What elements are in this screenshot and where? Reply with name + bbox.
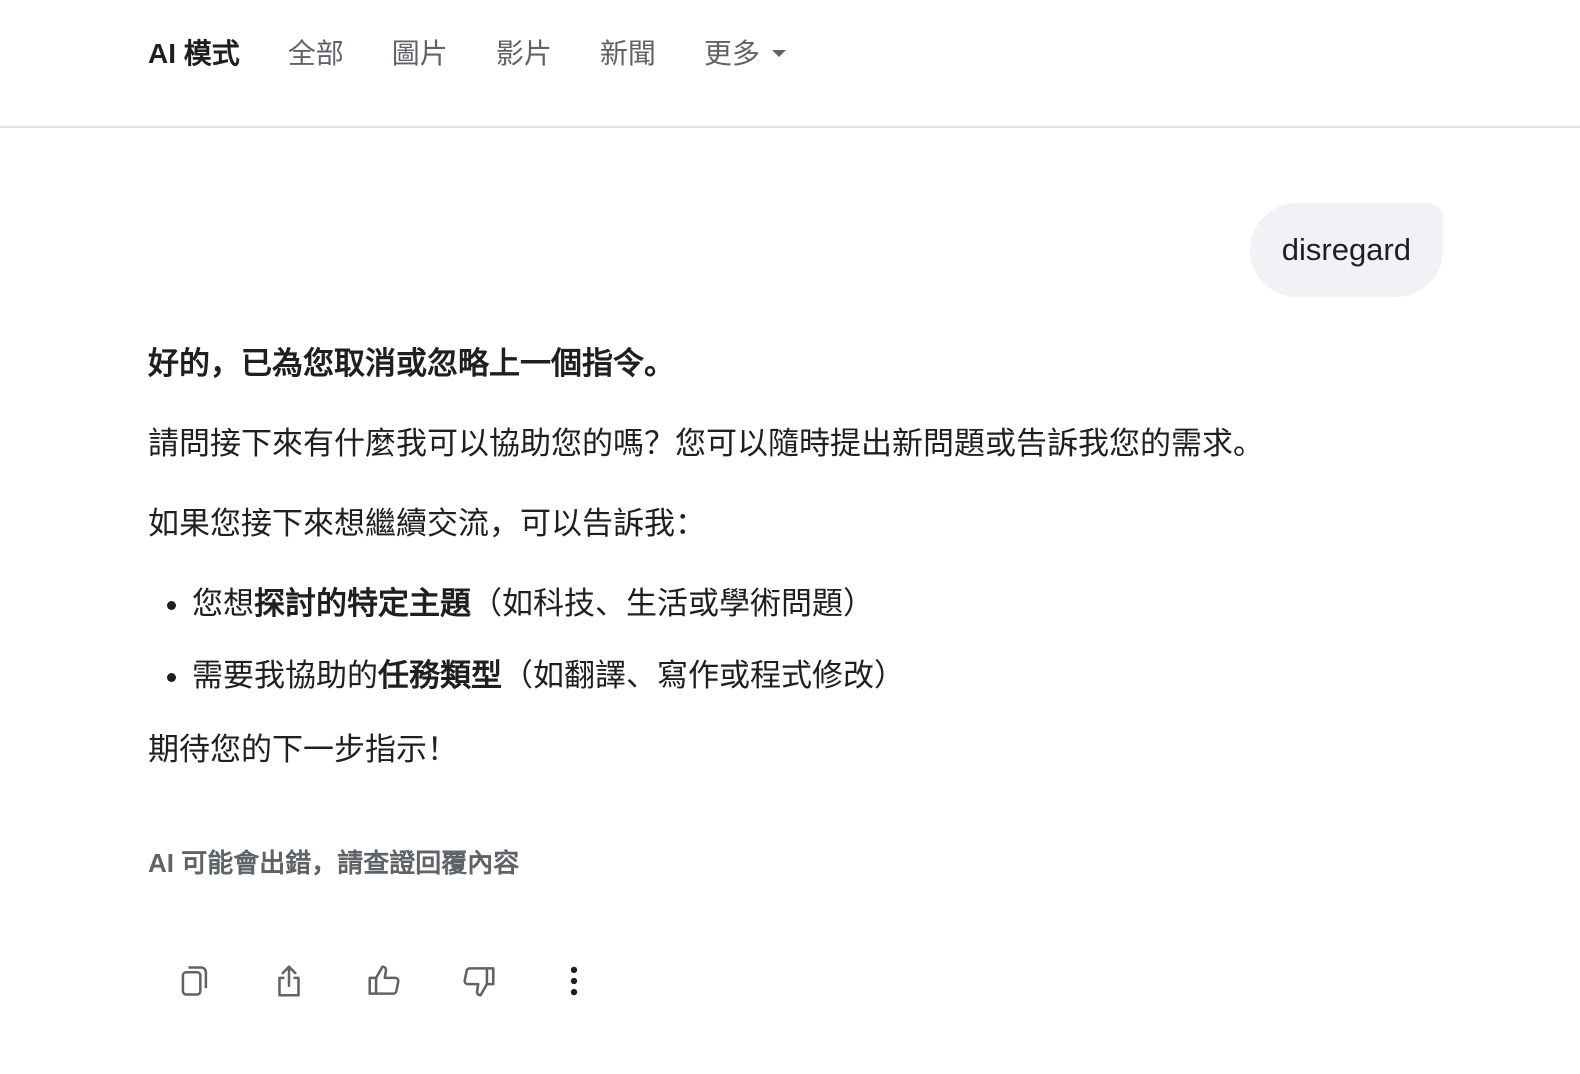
user-message-text: disregard [1281, 232, 1411, 267]
tab-images[interactable]: 圖片 [392, 32, 448, 72]
answer-actions [168, 955, 643, 1007]
bullet-suffix: （如科技、生活或學術問題） [471, 586, 874, 621]
caret-down-icon [771, 49, 786, 57]
more-vert-icon [570, 966, 578, 996]
answer-heading: 好的，已為您取消或忽略上一個指令。 [148, 346, 675, 381]
tab-more[interactable]: 更多 [704, 32, 786, 72]
tab-videos[interactable]: 影片 [496, 32, 552, 72]
bullet-item: 需要我協助的任務類型（如翻譯、寫作或程式修改） [192, 650, 1438, 702]
answer-closing: 期待您的下一步指示！ [148, 732, 458, 767]
ai-disclaimer: AI 可能會出錯，請查證回覆內容 [148, 848, 520, 878]
tab-ai-mode[interactable]: AI 模式 [148, 32, 240, 72]
share-icon [278, 965, 300, 997]
top-nav: AI 模式 全部 圖片 影片 新聞 更多 [0, 0, 1580, 128]
bullet-item: 您想探討的特定主題（如科技、生活或學術問題） [192, 578, 1438, 630]
more-options-button[interactable] [548, 955, 600, 1007]
search-tabs: AI 模式 全部 圖片 影片 新聞 更多 [148, 30, 834, 74]
copy-icon [181, 966, 208, 996]
bullet-suffix: （如翻譯、寫作或程式修改） [502, 658, 905, 693]
thumbs-up-button[interactable] [358, 955, 410, 1007]
bullet-prefix: 您想 [192, 586, 254, 621]
ai-answer: 好的，已為您取消或忽略上一個指令。 請問接下來有什麼我可以協助您的嗎？您可以隨時… [148, 338, 1438, 804]
tab-all[interactable]: 全部 [288, 32, 344, 72]
bullet-bold: 任務類型 [378, 658, 502, 693]
tab-news[interactable]: 新聞 [600, 32, 656, 72]
share-button[interactable] [263, 955, 315, 1007]
answer-bullet-list: 您想探討的特定主題（如科技、生活或學術問題） 需要我協助的任務類型（如翻譯、寫作… [148, 578, 1438, 702]
answer-paragraph: 如果您接下來想繼續交流，可以告訴我： [148, 506, 706, 541]
bullet-bold: 探討的特定主題 [254, 586, 471, 621]
user-message-bubble: disregard [1249, 203, 1443, 297]
bullet-prefix: 需要我協助的 [192, 658, 378, 693]
thumbs-up-icon [368, 965, 400, 995]
tab-more-label: 更多 [703, 38, 760, 69]
answer-paragraph: 請問接下來有什麼我可以協助您的嗎？您可以隨時提出新問題或告訴我您的需求。 [148, 426, 1264, 461]
copy-button[interactable] [168, 955, 220, 1007]
thumbs-down-button[interactable] [453, 955, 505, 1007]
thumbs-down-icon [463, 967, 495, 997]
